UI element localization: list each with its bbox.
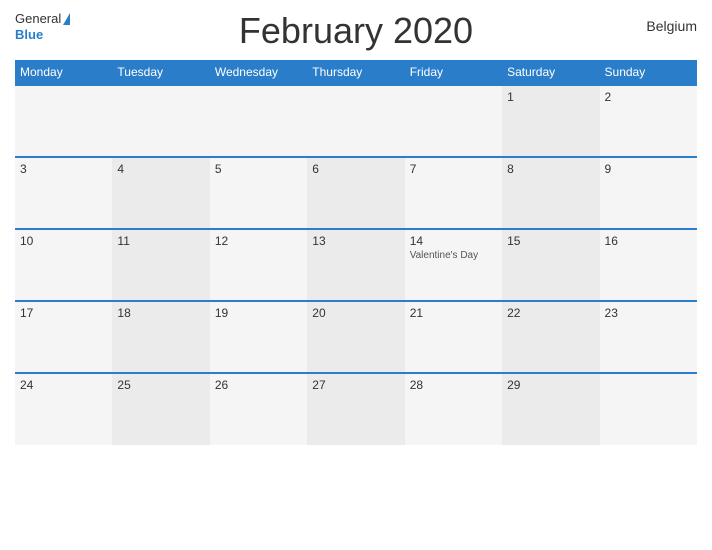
- day-cell: [15, 85, 112, 157]
- day-cell: 5: [210, 157, 307, 229]
- day-event: Valentine's Day: [410, 250, 497, 261]
- day-cell: [210, 85, 307, 157]
- week-row-1: 12: [15, 85, 697, 157]
- day-cell: 25: [112, 373, 209, 445]
- day-cell: 24: [15, 373, 112, 445]
- month-title: February 2020: [239, 10, 473, 52]
- logo-triangle-icon: [63, 13, 70, 25]
- day-number: 12: [215, 234, 302, 248]
- day-cell: 17: [15, 301, 112, 373]
- logo: General Blue: [15, 10, 70, 42]
- day-cell: 14 Valentine's Day: [405, 229, 502, 301]
- day-number: 29: [507, 378, 594, 392]
- day-cell: 4: [112, 157, 209, 229]
- col-tuesday: Tuesday: [112, 60, 209, 85]
- col-wednesday: Wednesday: [210, 60, 307, 85]
- day-cell: 12: [210, 229, 307, 301]
- day-cell: 28: [405, 373, 502, 445]
- day-number: 20: [312, 306, 399, 320]
- day-cell: [112, 85, 209, 157]
- day-number: 3: [20, 162, 107, 176]
- day-number: 8: [507, 162, 594, 176]
- day-cell: 13: [307, 229, 404, 301]
- col-friday: Friday: [405, 60, 502, 85]
- calendar-header: General Blue February 2020 Belgium: [15, 10, 697, 52]
- logo-blue-text: Blue: [15, 28, 43, 42]
- day-number: 14: [410, 234, 497, 248]
- calendar-table: Monday Tuesday Wednesday Thursday Friday…: [15, 60, 697, 445]
- calendar-container: General Blue February 2020 Belgium Monda…: [0, 0, 712, 550]
- country-label: Belgium: [646, 18, 697, 34]
- day-number: 25: [117, 378, 204, 392]
- day-number: 1: [507, 90, 594, 104]
- day-number: 9: [605, 162, 692, 176]
- day-cell: 8: [502, 157, 599, 229]
- col-sunday: Sunday: [600, 60, 697, 85]
- day-cell: 23: [600, 301, 697, 373]
- day-cell: 22: [502, 301, 599, 373]
- day-number: 23: [605, 306, 692, 320]
- col-saturday: Saturday: [502, 60, 599, 85]
- day-cell: 26: [210, 373, 307, 445]
- day-number: 19: [215, 306, 302, 320]
- day-number: 17: [20, 306, 107, 320]
- day-number: 26: [215, 378, 302, 392]
- day-cell: 16: [600, 229, 697, 301]
- day-cell: 10: [15, 229, 112, 301]
- day-cell: 6: [307, 157, 404, 229]
- day-number: 4: [117, 162, 204, 176]
- day-cell: 27: [307, 373, 404, 445]
- day-cell: 20: [307, 301, 404, 373]
- day-number: 2: [605, 90, 692, 104]
- day-cell: 15: [502, 229, 599, 301]
- day-number: 13: [312, 234, 399, 248]
- day-cell: 3: [15, 157, 112, 229]
- day-number: 5: [215, 162, 302, 176]
- day-number: 10: [20, 234, 107, 248]
- day-number: 21: [410, 306, 497, 320]
- day-cell: 7: [405, 157, 502, 229]
- logo-general-text: General: [15, 10, 70, 28]
- day-number: 27: [312, 378, 399, 392]
- day-number: 11: [117, 234, 204, 248]
- day-cell: 2: [600, 85, 697, 157]
- col-monday: Monday: [15, 60, 112, 85]
- day-number: 7: [410, 162, 497, 176]
- week-row-5: 24 25 26 27 28 29: [15, 373, 697, 445]
- day-cell: 18: [112, 301, 209, 373]
- day-number: 18: [117, 306, 204, 320]
- day-cell: 1: [502, 85, 599, 157]
- week-row-3: 10 11 12 13 14 Valentine's Day 15 16: [15, 229, 697, 301]
- day-number: 16: [605, 234, 692, 248]
- day-header-row: Monday Tuesday Wednesday Thursday Friday…: [15, 60, 697, 85]
- day-cell: 19: [210, 301, 307, 373]
- day-cell: [600, 373, 697, 445]
- day-number: 22: [507, 306, 594, 320]
- day-number: 6: [312, 162, 399, 176]
- col-thursday: Thursday: [307, 60, 404, 85]
- day-cell: 29: [502, 373, 599, 445]
- day-cell: [405, 85, 502, 157]
- day-cell: 11: [112, 229, 209, 301]
- day-cell: [307, 85, 404, 157]
- day-cell: 9: [600, 157, 697, 229]
- day-number: 28: [410, 378, 497, 392]
- day-cell: 21: [405, 301, 502, 373]
- day-number: 24: [20, 378, 107, 392]
- week-row-4: 17 18 19 20 21 22 23: [15, 301, 697, 373]
- week-row-2: 3456789: [15, 157, 697, 229]
- day-number: 15: [507, 234, 594, 248]
